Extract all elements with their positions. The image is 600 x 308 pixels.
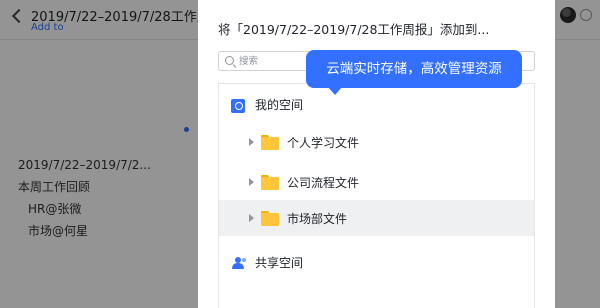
- search-icon: [225, 56, 234, 65]
- tree-item-shared-space[interactable]: 共享空间: [219, 244, 534, 280]
- tree-item-label: 公司流程文件: [287, 176, 360, 190]
- add-to-dialog: 将「2019/7/22–2019/7/28工作周报」添加到... 我的空间 个人…: [198, 0, 555, 308]
- dialog-title: 将「2019/7/22–2019/7/28工作周报」添加到...: [218, 22, 490, 37]
- tree-item-folder[interactable]: 公司流程文件: [219, 164, 534, 200]
- caret-right-icon[interactable]: [249, 178, 254, 186]
- tree-item-folder-selected[interactable]: 市场部文件: [219, 200, 534, 236]
- tree-item-label: 我的空间: [255, 98, 304, 112]
- folder-tree: 我的空间 个人学习文件 公司流程文件 市场部文件 共享空间: [218, 83, 535, 308]
- tree-item-label: 个人学习文件: [287, 136, 360, 150]
- onboarding-tooltip: 云端实时存储，高效管理资源: [306, 50, 522, 95]
- tree-item-my-space[interactable]: 我的空间: [219, 86, 534, 122]
- tree-item-label: 市场部文件: [287, 212, 348, 226]
- folder-icon: [261, 211, 279, 226]
- tree-item-folder[interactable]: 个人学习文件: [219, 124, 534, 160]
- caret-right-icon[interactable]: [249, 214, 254, 222]
- shared-users-icon: [231, 257, 247, 269]
- caret-right-icon[interactable]: [249, 138, 254, 146]
- folder-icon: [261, 175, 279, 190]
- folder-icon: [261, 135, 279, 150]
- personal-space-icon: [231, 99, 245, 113]
- tree-item-label: 共享空间: [255, 256, 304, 270]
